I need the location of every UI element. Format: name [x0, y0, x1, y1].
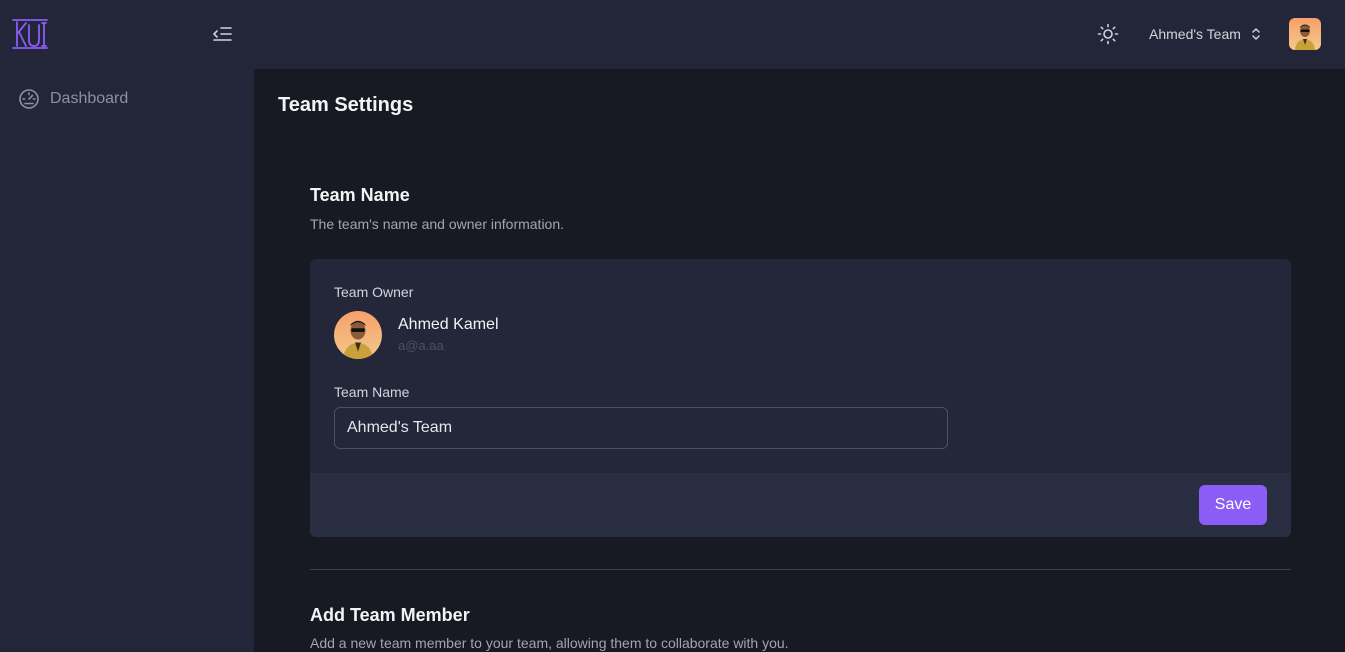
add-member-section-title: Add Team Member: [310, 605, 470, 625]
kui-logo-icon: [12, 19, 48, 49]
owner-avatar: [334, 311, 382, 359]
user-avatar[interactable]: [1289, 18, 1321, 50]
chevron-up-down-icon: [1252, 28, 1260, 40]
team-name-card: Team Owner Ahmed Kamel a@a.aa Team Name …: [310, 259, 1291, 537]
main-content: Team Settings Team Name The team's name …: [254, 69, 1345, 652]
team-name-section-description: The team's name and owner information.: [310, 216, 565, 232]
owner-email: a@a.aa: [398, 338, 444, 353]
team-name-input[interactable]: [334, 407, 948, 449]
team-switcher[interactable]: Ahmed's Team: [1149, 22, 1261, 46]
section-divider: [310, 569, 1291, 570]
team-owner: Ahmed Kamel a@a.aa: [334, 311, 499, 359]
owner-info: Ahmed Kamel a@a.aa: [398, 315, 499, 355]
save-button[interactable]: Save: [1199, 485, 1267, 525]
page-title: Team Settings: [278, 94, 414, 116]
add-member-section-description: Add a new team member to your team, allo…: [310, 635, 789, 651]
sidebar-item-label: Dashboard: [50, 90, 129, 107]
sidebar-item-dashboard[interactable]: Dashboard: [18, 86, 238, 112]
user-avatar-image: [1289, 18, 1321, 50]
sidebar-collapse-button[interactable]: [208, 20, 236, 48]
team-switcher-label: Ahmed's Team: [1149, 26, 1241, 42]
owner-name: Ahmed Kamel: [398, 316, 499, 333]
team-owner-label: Team Owner: [334, 284, 414, 300]
team-name-section-title: Team Name: [310, 185, 410, 205]
owner-avatar-image: [334, 311, 382, 359]
theme-toggle-button[interactable]: [1096, 22, 1120, 46]
team-name-label: Team Name: [334, 384, 410, 400]
sun-icon: [1097, 23, 1119, 45]
card-footer: Save: [310, 473, 1291, 537]
sidebar: Dashboard: [0, 0, 254, 652]
top-header: Ahmed's Team: [254, 0, 1345, 69]
menu-collapse-icon: [213, 27, 232, 41]
app-root: Dashboard Ahmed's Team Team Settings Tea…: [0, 0, 1345, 652]
brand-logo[interactable]: [8, 15, 52, 53]
gauge-icon: [19, 89, 39, 109]
